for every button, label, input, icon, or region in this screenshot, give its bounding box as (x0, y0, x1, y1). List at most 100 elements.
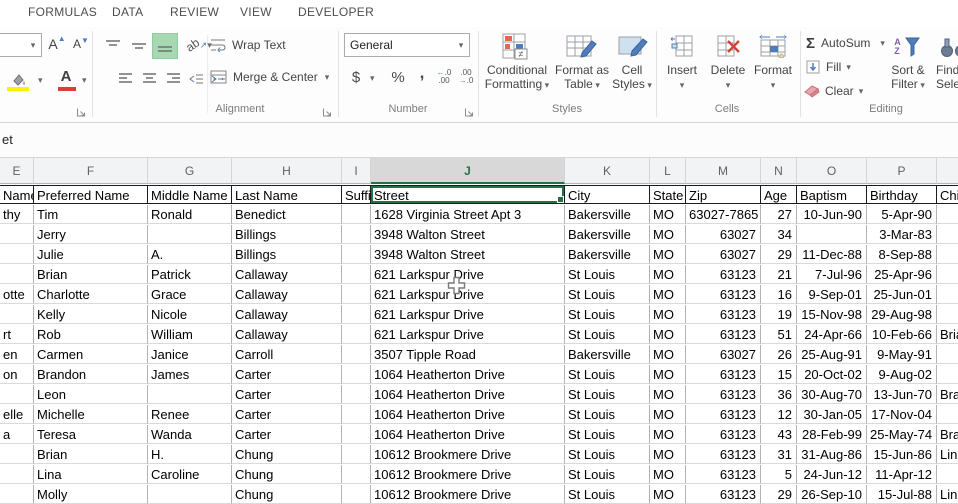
delete-cells-label[interactable]: Delete ▾ (706, 63, 750, 91)
data-cell[interactable] (0, 485, 34, 504)
fill-button[interactable]: Fill ▾ (806, 57, 876, 77)
data-cell[interactable]: MO (650, 285, 686, 304)
decrease-indent-button[interactable] (186, 67, 206, 91)
data-cell[interactable]: 1064 Heatherton Drive (371, 385, 565, 404)
data-cell[interactable]: 26 (761, 345, 797, 364)
data-cell[interactable]: 16 (761, 285, 797, 304)
chevron-down-icon[interactable]: ▾ (38, 75, 43, 86)
header-cell[interactable]: Chi (937, 185, 958, 204)
cell-styles-label[interactable]: Cell Styles ▾ (604, 63, 660, 91)
data-cell[interactable] (937, 365, 958, 384)
data-cell[interactable]: Bakersville (565, 205, 650, 224)
number-format-combobox[interactable]: General ▾ (344, 33, 470, 57)
data-cell[interactable] (0, 305, 34, 324)
data-cell[interactable]: 29 (761, 245, 797, 264)
data-cell[interactable]: Nicole (148, 305, 232, 324)
find-select-label[interactable]: Find Sele (936, 63, 958, 91)
data-cell[interactable]: 1628 Virginia Street Apt 3 (371, 205, 565, 224)
data-cell[interactable]: 11-Dec-88 (797, 245, 867, 264)
conditional-formatting-label[interactable]: Conditional Formatting ▾ (484, 63, 550, 91)
data-cell[interactable]: Leon (34, 385, 148, 404)
data-cell[interactable]: MO (650, 465, 686, 484)
tab-review[interactable]: REVIEW (170, 5, 219, 19)
data-cell[interactable]: 15-Nov-98 (797, 305, 867, 324)
header-cell[interactable]: Suffix (342, 185, 371, 204)
data-cell[interactable]: Benedict (232, 205, 342, 224)
data-cell[interactable]: Janice (148, 345, 232, 364)
data-cell[interactable]: MO (650, 385, 686, 404)
header-cell[interactable]: Baptism (797, 185, 867, 204)
data-cell[interactable]: 25-May-74 (867, 425, 937, 444)
data-cell[interactable]: 26-Sep-10 (797, 485, 867, 504)
number-dialog-launcher[interactable] (464, 105, 475, 117)
data-cell[interactable]: Lina (34, 465, 148, 484)
data-cell[interactable]: 13-Jun-70 (867, 385, 937, 404)
insert-cells-button[interactable] (666, 33, 698, 59)
data-cell[interactable]: 20-Oct-02 (797, 365, 867, 384)
data-cell[interactable] (937, 305, 958, 324)
data-cell[interactable]: 24-Jun-12 (797, 465, 867, 484)
data-cell[interactable]: Lin (937, 445, 958, 464)
data-cell[interactable]: 31 (761, 445, 797, 464)
data-cell[interactable]: 63123 (686, 305, 761, 324)
data-cell[interactable]: Charlotte (34, 285, 148, 304)
data-cell[interactable]: MO (650, 225, 686, 244)
data-cell[interactable]: 1064 Heatherton Drive (371, 405, 565, 424)
data-cell[interactable]: Callaway (232, 265, 342, 284)
data-cell[interactable] (342, 225, 371, 244)
data-cell[interactable] (342, 405, 371, 424)
data-cell[interactable]: 63027 (686, 345, 761, 364)
delete-cells-button[interactable] (712, 33, 744, 59)
column-header-P[interactable]: P (867, 158, 937, 184)
data-cell[interactable]: Carter (232, 365, 342, 384)
data-cell[interactable]: 63123 (686, 485, 761, 504)
header-cell[interactable]: Age (761, 185, 797, 204)
format-cells-label[interactable]: Format ▾ (750, 63, 796, 91)
data-cell[interactable]: 25-Jun-01 (867, 285, 937, 304)
decrease-font-size-button[interactable]: A ▼ (70, 33, 92, 55)
data-cell[interactable]: 21 (761, 265, 797, 284)
header-cell[interactable]: Last Name (232, 185, 342, 204)
data-cell[interactable] (148, 385, 232, 404)
data-cell[interactable] (937, 225, 958, 244)
data-cell[interactable]: 63123 (686, 285, 761, 304)
data-cell[interactable] (937, 245, 958, 264)
data-cell[interactable] (797, 225, 867, 244)
data-cell[interactable]: rt (0, 325, 34, 344)
data-cell[interactable] (0, 245, 34, 264)
increase-decimal-button[interactable]: ←.0.00 (434, 67, 454, 87)
data-cell[interactable]: MO (650, 425, 686, 444)
data-cell[interactable] (342, 365, 371, 384)
data-cell[interactable]: 29-Aug-98 (867, 305, 937, 324)
data-cell[interactable]: Callaway (232, 285, 342, 304)
data-cell[interactable]: Teresa (34, 425, 148, 444)
data-cell[interactable]: Ronald (148, 205, 232, 224)
data-cell[interactable]: thy (0, 205, 34, 224)
data-cell[interactable] (342, 325, 371, 344)
data-cell[interactable]: 29 (761, 485, 797, 504)
data-cell[interactable]: 25-Aug-91 (797, 345, 867, 364)
data-cell[interactable]: MO (650, 265, 686, 284)
data-cell[interactable]: Patrick (148, 265, 232, 284)
data-cell[interactable]: Brian (34, 265, 148, 284)
data-cell[interactable]: 7-Jul-96 (797, 265, 867, 284)
merge-center-button[interactable]: Merge & Center ▾ (210, 67, 346, 87)
data-cell[interactable]: 5-Apr-90 (867, 205, 937, 224)
font-color-button[interactable]: A (54, 65, 78, 87)
column-header-H[interactable]: H (232, 158, 342, 184)
data-cell[interactable]: 51 (761, 325, 797, 344)
data-cell[interactable]: Molly (34, 485, 148, 504)
align-center-button[interactable] (138, 67, 160, 91)
data-cell[interactable]: 27 (761, 205, 797, 224)
data-cell[interactable] (937, 405, 958, 424)
data-cell[interactable]: on (0, 365, 34, 384)
data-cell[interactable] (937, 285, 958, 304)
data-cell[interactable]: Billings (232, 245, 342, 264)
data-cell[interactable]: St Louis (565, 265, 650, 284)
data-cell[interactable] (148, 225, 232, 244)
data-cell[interactable]: James (148, 365, 232, 384)
column-header-partial[interactable] (937, 158, 958, 184)
percent-style-button[interactable]: % (386, 65, 410, 89)
data-cell[interactable]: H. (148, 445, 232, 464)
column-header-M[interactable]: M (686, 158, 761, 184)
